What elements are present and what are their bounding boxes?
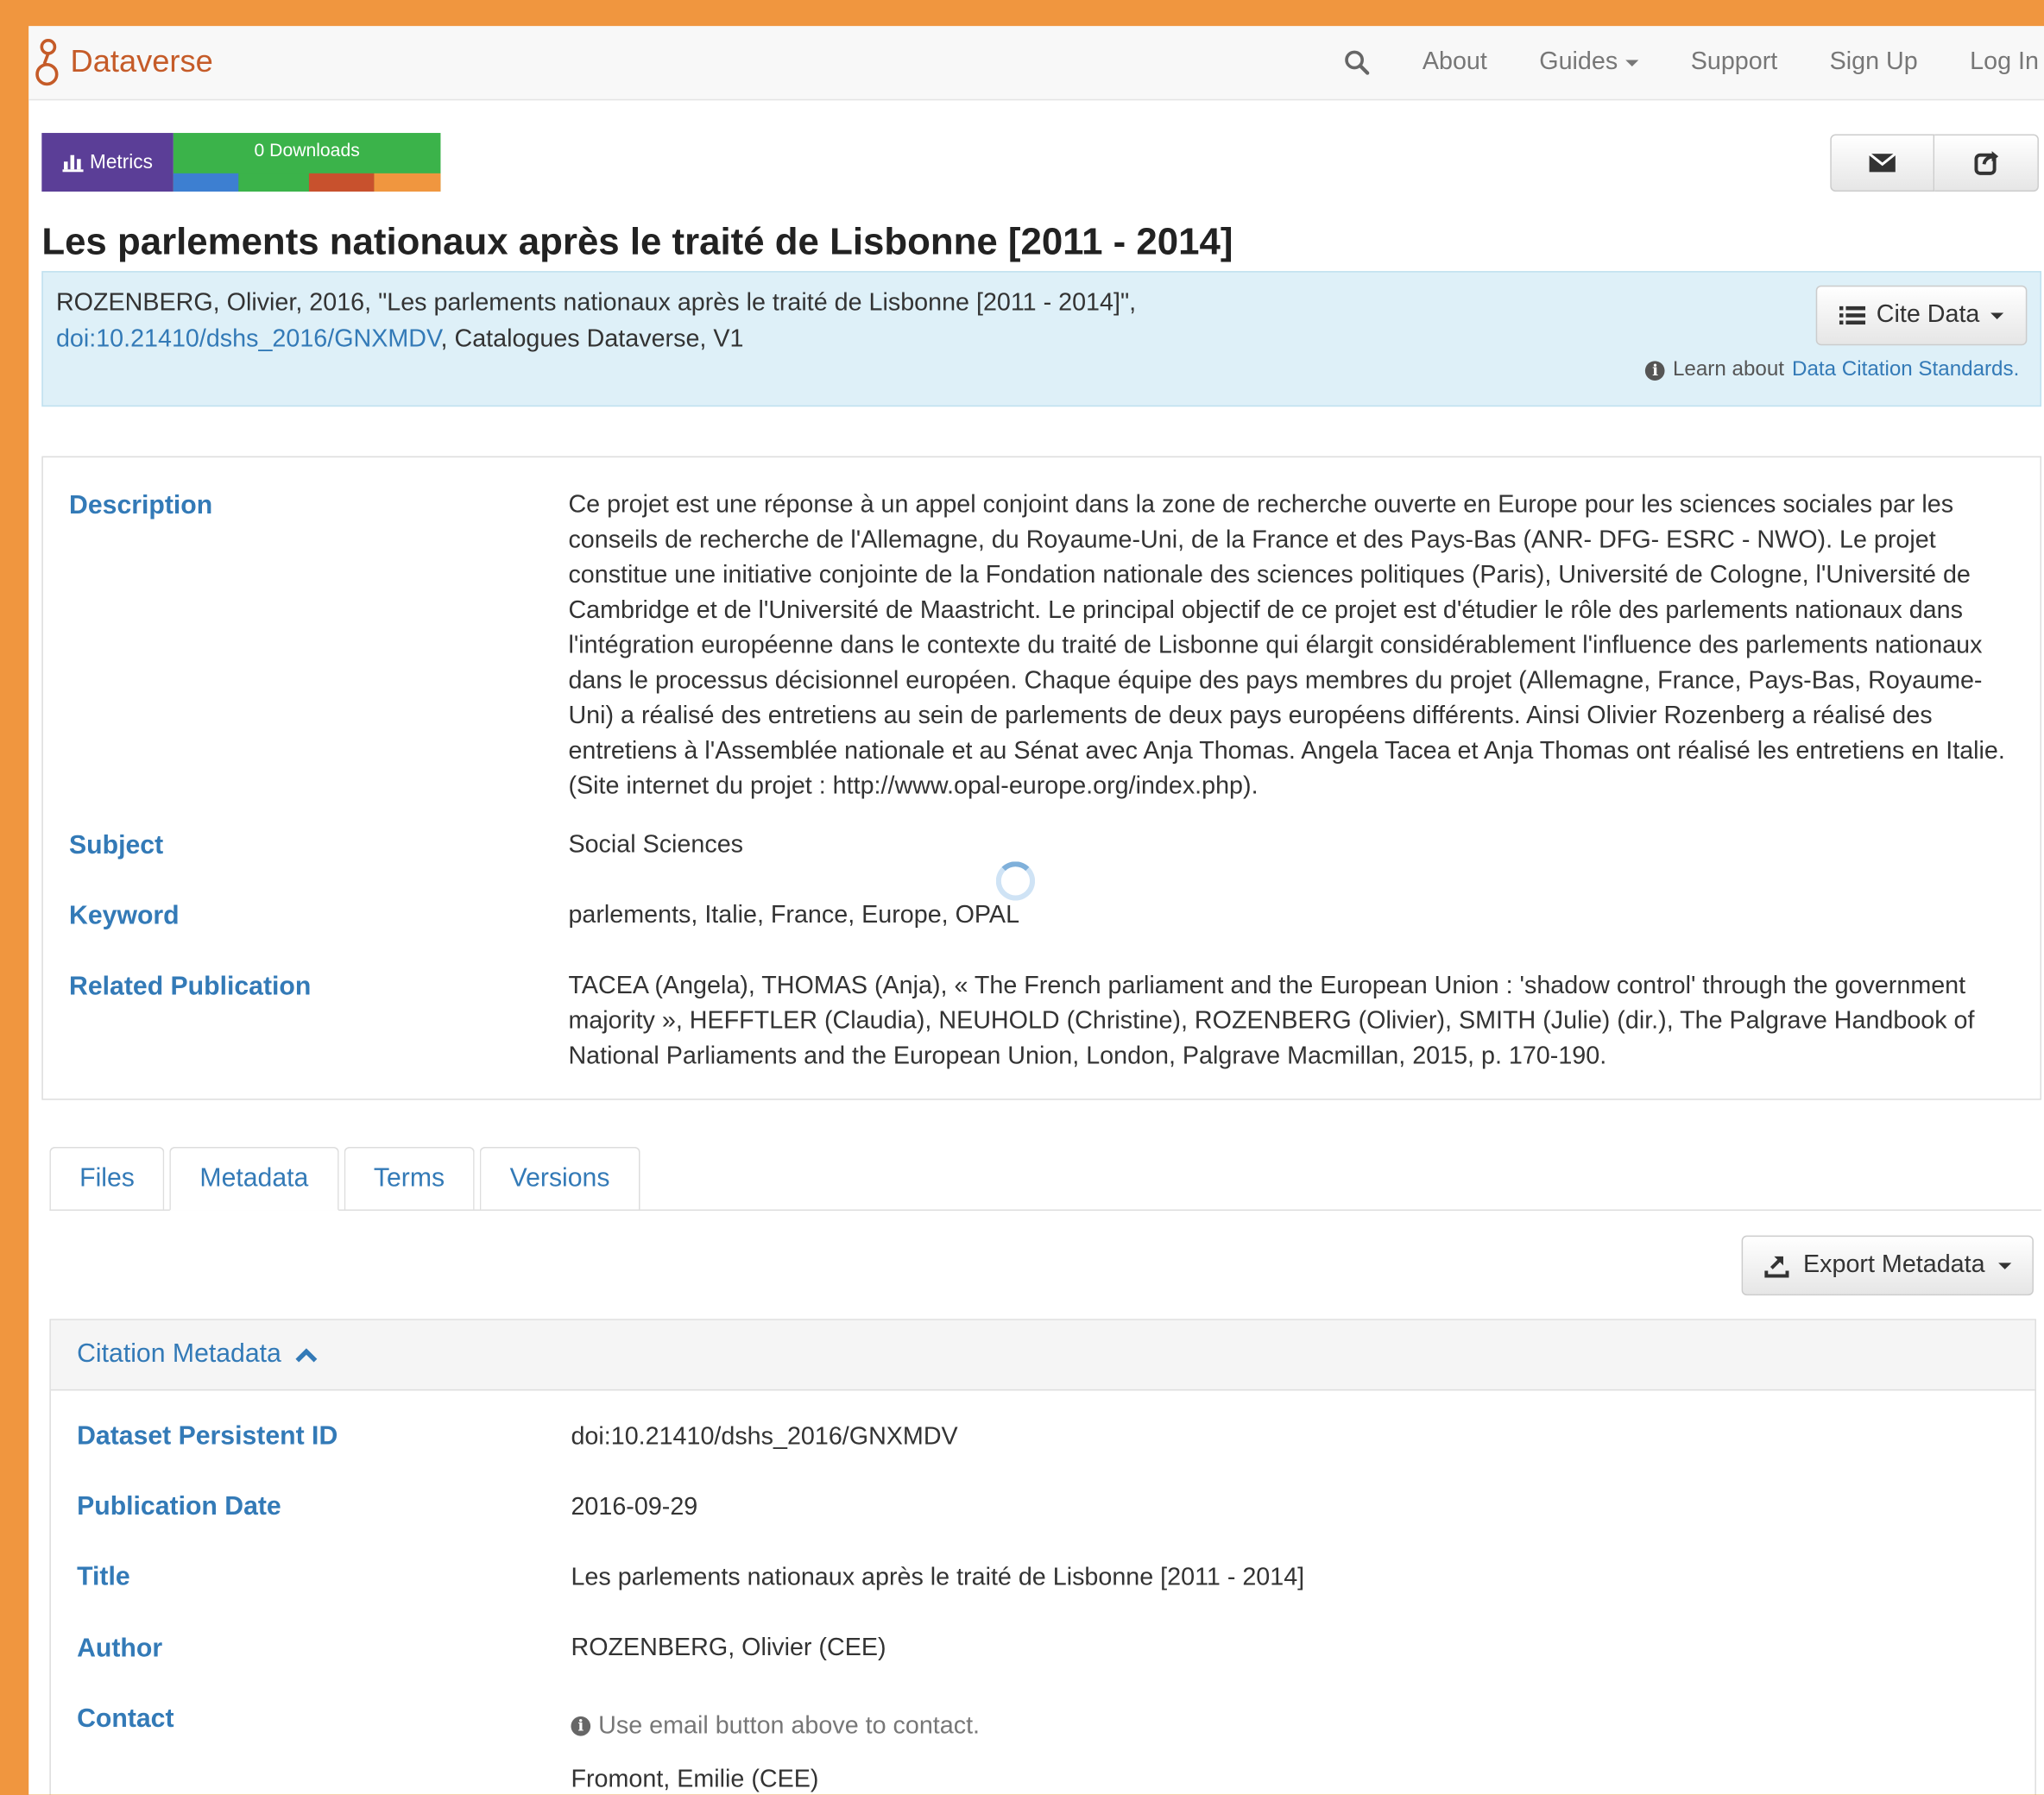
downloads-stripe-orange <box>374 173 441 192</box>
caret-down-icon <box>1990 312 2003 319</box>
brand-logo[interactable]: Dataverse <box>34 34 213 91</box>
list-icon <box>1839 305 1866 325</box>
keyword-value: parlements, Italie, France, Europe, OPAL <box>568 902 1020 929</box>
data-citation-standards-link[interactable]: Data Citation Standards. <box>1792 358 2019 381</box>
tab-files[interactable]: Files <box>49 1146 165 1210</box>
citation-doi-link[interactable]: doi:10.21410/dshs_2016/GNXMDV <box>56 326 441 354</box>
cite-data-label: Cite Data <box>1876 300 1980 329</box>
downloads-stripe-red <box>308 173 375 192</box>
caret-down-icon <box>1625 59 1639 66</box>
citation-text: ROZENBERG, Olivier, 2016, "Les parlement… <box>56 286 1490 359</box>
nav-guides-label: Guides <box>1539 47 1618 76</box>
nav-log-in[interactable]: Log In <box>1970 48 2039 77</box>
dataverse-logo-icon <box>35 39 59 86</box>
cite-data-button[interactable]: Cite Data <box>1815 285 2028 346</box>
caret-down-icon <box>1997 1262 2011 1269</box>
nav-guides[interactable]: Guides <box>1539 47 1639 77</box>
title-value: Les parlements nationaux après le traité… <box>571 1564 1305 1591</box>
subject-value: Social Sciences <box>568 831 744 860</box>
downloads-stripe-blue <box>173 173 239 192</box>
export-metadata-label: Export Metadata <box>1803 1250 1985 1279</box>
description-value: Ce projet est une réponse à un appel con… <box>568 491 2005 801</box>
metrics-label-block: Metrics <box>41 133 173 192</box>
info-icon: i <box>571 1716 591 1736</box>
citation-metadata-panel: Citation Metadata Dataset Persistent ID … <box>49 1319 2036 1795</box>
downloads-bar: 0 Downloads <box>173 133 441 192</box>
author-label: Author <box>77 1634 163 1664</box>
publication-date-label: Publication Date <box>77 1492 281 1521</box>
nav-support[interactable]: Support <box>1691 48 1777 77</box>
export-metadata-button[interactable]: Export Metadata <box>1741 1235 2034 1296</box>
share-icon <box>1973 151 1998 175</box>
keyword-label: Keyword <box>69 902 180 931</box>
dataset-tabs: Files Metadata Terms Versions <box>49 1146 2041 1211</box>
navbar: Dataverse About Guides Support Sign Up L… <box>28 26 2044 101</box>
citation-box: ROZENBERG, Olivier, 2016, "Les parlement… <box>41 271 2041 407</box>
persistent-id-label: Dataset Persistent ID <box>77 1421 338 1451</box>
nav-menu: About Guides Support Sign Up Log In <box>1318 26 2044 99</box>
dataset-title: Les parlements nationaux après le traité… <box>41 221 1233 264</box>
tab-versions[interactable]: Versions <box>479 1146 640 1210</box>
downloads-count: 0 Downloads <box>254 139 360 161</box>
contact-note-text: Use email button above to contact. <box>598 1712 981 1741</box>
persistent-id-value: doi:10.21410/dshs_2016/GNXMDV <box>571 1423 958 1451</box>
citation-metadata-heading: Citation Metadata <box>77 1339 281 1369</box>
subject-label: Subject <box>69 831 164 860</box>
dataset-page: Dataverse About Guides Support Sign Up L… <box>28 26 2044 1795</box>
related-publication-value: TACEA (Angela), THOMAS (Anja), « The Fre… <box>568 972 1975 1070</box>
chevron-up-icon <box>295 1347 317 1362</box>
metrics-badge[interactable]: Metrics 0 Downloads <box>41 133 441 192</box>
downloads-stripe-green <box>238 173 309 192</box>
citation-metadata-header[interactable]: Citation Metadata <box>50 1319 2035 1391</box>
brand-name: Dataverse <box>70 44 213 80</box>
bar-chart-icon <box>62 154 84 172</box>
citation-line-1: ROZENBERG, Olivier, 2016, "Les parlement… <box>55 289 1137 317</box>
dataset-action-buttons <box>1830 134 2039 192</box>
metrics-label: Metrics <box>89 151 153 173</box>
citation-standards-note: i Learn about Data Citation Standards. <box>1645 358 2019 381</box>
tab-terms[interactable]: Terms <box>344 1146 475 1210</box>
tab-metadata[interactable]: Metadata <box>169 1146 339 1211</box>
envelope-icon <box>1868 153 1896 173</box>
citation-line-2: doi:10.21410/dshs_2016/GNXMDV, Catalogue… <box>56 322 1490 358</box>
title-label: Title <box>77 1562 130 1591</box>
nav-sign-up[interactable]: Sign Up <box>1830 48 1918 77</box>
citation-source: , Catalogues Dataverse, V1 <box>440 325 744 354</box>
loading-spinner-icon <box>995 861 1036 901</box>
search-icon[interactable] <box>1344 49 1370 75</box>
nav-about[interactable]: About <box>1423 48 1487 77</box>
description-label: Description <box>69 491 213 520</box>
learn-about-text: Learn about <box>1672 358 1784 381</box>
contact-name: Fromont, Emilie (CEE) <box>571 1766 819 1794</box>
contact-label: Contact <box>77 1704 174 1734</box>
dataset-summary-panel: Description Ce projet est une réponse à … <box>41 456 2041 1100</box>
share-button[interactable] <box>1934 134 2039 192</box>
contact-button[interactable] <box>1830 134 1935 192</box>
publication-date-value: 2016-09-29 <box>571 1493 698 1521</box>
related-publication-label: Related Publication <box>69 972 312 1001</box>
export-icon <box>1764 1256 1789 1278</box>
contact-note: i Use email button above to contact. <box>571 1709 980 1744</box>
author-value: ROZENBERG, Olivier (CEE) <box>571 1634 886 1662</box>
info-icon: i <box>1645 360 1665 381</box>
